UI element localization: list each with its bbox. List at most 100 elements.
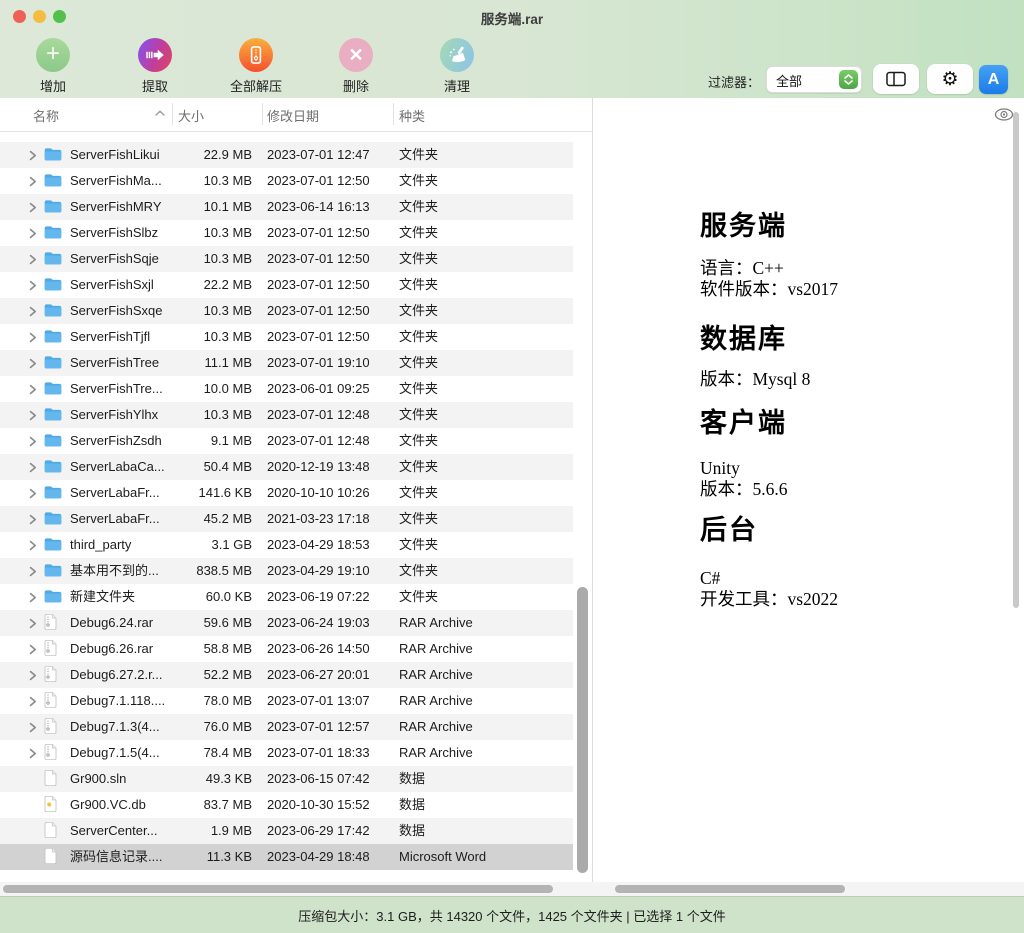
disclosure-chevron-icon[interactable] xyxy=(27,220,39,248)
disclosure-chevron-icon[interactable] xyxy=(27,506,39,534)
disclosure-chevron-icon[interactable] xyxy=(27,272,39,300)
filter-dropdown[interactable]: 全部 xyxy=(766,66,862,93)
table-row[interactable]: Debug7.1.3(4...76.0 MB2023-07-01 12:57RA… xyxy=(0,714,573,740)
table-row[interactable]: ServerFishSxqe10.3 MB2023-07-01 12:50文件夹 xyxy=(0,298,573,324)
disclosure-chevron-icon[interactable] xyxy=(27,376,39,404)
file-kind: RAR Archive xyxy=(399,610,473,636)
preview-line: 版本：5.6.6 xyxy=(700,479,990,500)
file-kind: 文件夹 xyxy=(399,506,438,532)
preview-heading: 客户端 xyxy=(700,408,990,438)
column-header-kind[interactable]: 种类 xyxy=(399,106,425,125)
preview-line: Unity xyxy=(700,458,990,479)
table-row[interactable]: ServerLabaCa...50.4 MB2020-12-19 13:48文件… xyxy=(0,454,573,480)
filter-label: 过滤器： xyxy=(708,72,760,91)
table-row[interactable]: ServerCenter...1.9 MB2023-06-29 17:42数据 xyxy=(0,818,573,844)
disclosure-chevron-icon[interactable] xyxy=(27,246,39,274)
settings-button[interactable]: ⚙ xyxy=(927,64,973,94)
file-size: 10.1 MB xyxy=(162,194,252,220)
disclosure-chevron-icon[interactable] xyxy=(27,532,39,560)
appstore-button[interactable]: A xyxy=(979,65,1008,94)
table-row[interactable]: Debug7.1.118....78.0 MB2023-07-01 13:07R… xyxy=(0,688,573,714)
column-header-date[interactable]: 修改日期 xyxy=(267,106,319,125)
table-row[interactable]: ServerFishTree11.1 MB2023-07-01 19:10文件夹 xyxy=(0,350,573,376)
table-row[interactable]: ServerFishYlhx10.3 MB2023-07-01 12:48文件夹 xyxy=(0,402,573,428)
disclosure-chevron-icon[interactable] xyxy=(27,350,39,378)
file-date: 2023-07-01 12:57 xyxy=(267,714,370,740)
list-horizontal-scrollbar-thumb[interactable] xyxy=(3,885,553,893)
toggle-sidebar-button[interactable] xyxy=(873,64,919,94)
file-date: 2023-07-01 12:50 xyxy=(267,324,370,350)
file-size: 10.3 MB xyxy=(162,402,252,428)
file-name: Debug6.27.2.r... xyxy=(70,662,163,688)
preview-scrollbar-thumb[interactable] xyxy=(1013,112,1019,608)
table-row[interactable]: ServerFishLikui22.9 MB2023-07-01 12:47文件… xyxy=(0,142,573,168)
table-row[interactable]: third_party3.1 GB2023-04-29 18:53文件夹 xyxy=(0,532,573,558)
disclosure-chevron-icon[interactable] xyxy=(27,168,39,196)
table-row[interactable]: Debug6.26.rar58.8 MB2023-06-26 14:50RAR … xyxy=(0,636,573,662)
disclosure-chevron-icon[interactable] xyxy=(27,428,39,456)
disclosure-chevron-icon[interactable] xyxy=(27,714,39,742)
quicklook-eye-icon[interactable] xyxy=(994,107,1014,122)
table-row[interactable]: ServerFishTre...10.0 MB2023-06-01 09:25文… xyxy=(0,376,573,402)
file-kind: 文件夹 xyxy=(399,142,438,168)
db-icon xyxy=(44,792,57,818)
vertical-scrollbar-thumb[interactable] xyxy=(577,587,588,873)
column-header-size[interactable]: 大小 xyxy=(178,106,204,125)
folder-icon xyxy=(44,350,62,376)
disclosure-chevron-icon[interactable] xyxy=(27,298,39,326)
disclosure-chevron-icon[interactable] xyxy=(27,142,39,170)
file-kind: 文件夹 xyxy=(399,272,438,298)
unzip-all-button[interactable]: 全部解压 xyxy=(221,38,291,95)
table-row[interactable]: Gr900.VC.db83.7 MB2020-10-30 15:52数据 xyxy=(0,792,573,818)
table-row[interactable]: Debug6.24.rar59.6 MB2023-06-24 19:03RAR … xyxy=(0,610,573,636)
file-date: 2023-07-01 12:50 xyxy=(267,168,370,194)
table-row[interactable]: ServerFishSqje10.3 MB2023-07-01 12:50文件夹 xyxy=(0,246,573,272)
preview-horizontal-scrollbar-thumb[interactable] xyxy=(615,885,845,893)
column-header-name[interactable]: 名称 xyxy=(33,106,59,125)
file-list-pane: 名称 大小 修改日期 种类 ServerFishLikui22.9 MB2023… xyxy=(0,98,592,882)
file-size: 9.1 MB xyxy=(162,428,252,454)
file-size: 11.1 MB xyxy=(162,350,252,376)
table-row[interactable]: ServerFishSxjl22.2 MB2023-07-01 12:50文件夹 xyxy=(0,272,573,298)
chevron-up-down-icon xyxy=(839,70,858,89)
table-row[interactable]: 源码信息记录....11.3 KB2023-04-29 18:48Microso… xyxy=(0,844,573,870)
file-name: Gr900.VC.db xyxy=(70,792,146,818)
table-row[interactable]: Gr900.sln49.3 KB2023-06-15 07:42数据 xyxy=(0,766,573,792)
disclosure-chevron-icon[interactable] xyxy=(27,194,39,222)
add-button[interactable]: + 增加 xyxy=(18,38,88,95)
table-row[interactable]: Debug6.27.2.r...52.2 MB2023-06-27 20:01R… xyxy=(0,662,573,688)
folder-icon xyxy=(44,272,62,298)
table-row[interactable]: ServerFishTjfl10.3 MB2023-07-01 12:50文件夹 xyxy=(0,324,573,350)
file-size: 50.4 MB xyxy=(162,454,252,480)
delete-button[interactable]: ✕ 删除 xyxy=(321,38,391,95)
clean-button[interactable]: 清理 xyxy=(422,38,492,95)
table-row[interactable]: ServerLabaFr...141.6 KB2020-10-10 10:26文… xyxy=(0,480,573,506)
table-row[interactable]: ServerFishZsdh9.1 MB2023-07-01 12:48文件夹 xyxy=(0,428,573,454)
file-date: 2020-10-10 10:26 xyxy=(267,480,370,506)
disclosure-chevron-icon[interactable] xyxy=(27,402,39,430)
folder-icon xyxy=(44,142,62,168)
preview-section: 客户端 Unity版本：5.6.6 xyxy=(700,408,990,500)
table-row[interactable]: Debug7.1.5(4...78.4 MB2023-07-01 18:33RA… xyxy=(0,740,573,766)
disclosure-chevron-icon[interactable] xyxy=(27,454,39,482)
disclosure-chevron-icon[interactable] xyxy=(27,662,39,690)
disclosure-chevron-icon[interactable] xyxy=(27,480,39,508)
table-row[interactable]: ServerFishMRY10.1 MB2023-06-14 16:13文件夹 xyxy=(0,194,573,220)
disclosure-chevron-icon[interactable] xyxy=(27,610,39,638)
sort-ascending-icon xyxy=(155,110,165,116)
disclosure-chevron-icon[interactable] xyxy=(27,324,39,352)
disclosure-chevron-icon[interactable] xyxy=(27,584,39,612)
disclosure-chevron-icon[interactable] xyxy=(27,558,39,586)
disclosure-chevron-icon[interactable] xyxy=(27,688,39,716)
file-date: 2023-07-01 12:47 xyxy=(267,142,370,168)
table-row[interactable]: ServerFishSlbz10.3 MB2023-07-01 12:50文件夹 xyxy=(0,220,573,246)
file-date: 2023-06-14 16:13 xyxy=(267,194,370,220)
extract-button[interactable]: 提取 xyxy=(120,38,190,95)
table-row[interactable]: 基本用不到的...838.5 MB2023-04-29 19:10文件夹 xyxy=(0,558,573,584)
table-row[interactable]: ServerLabaFr...45.2 MB2021-03-23 17:18文件… xyxy=(0,506,573,532)
table-row[interactable]: ServerFishMa...10.3 MB2023-07-01 12:50文件… xyxy=(0,168,573,194)
disclosure-chevron-icon[interactable] xyxy=(27,636,39,664)
table-row[interactable]: 新建文件夹60.0 KB2023-06-19 07:22文件夹 xyxy=(0,584,573,610)
file-date: 2023-06-15 07:42 xyxy=(267,766,370,792)
disclosure-chevron-icon[interactable] xyxy=(27,740,39,768)
